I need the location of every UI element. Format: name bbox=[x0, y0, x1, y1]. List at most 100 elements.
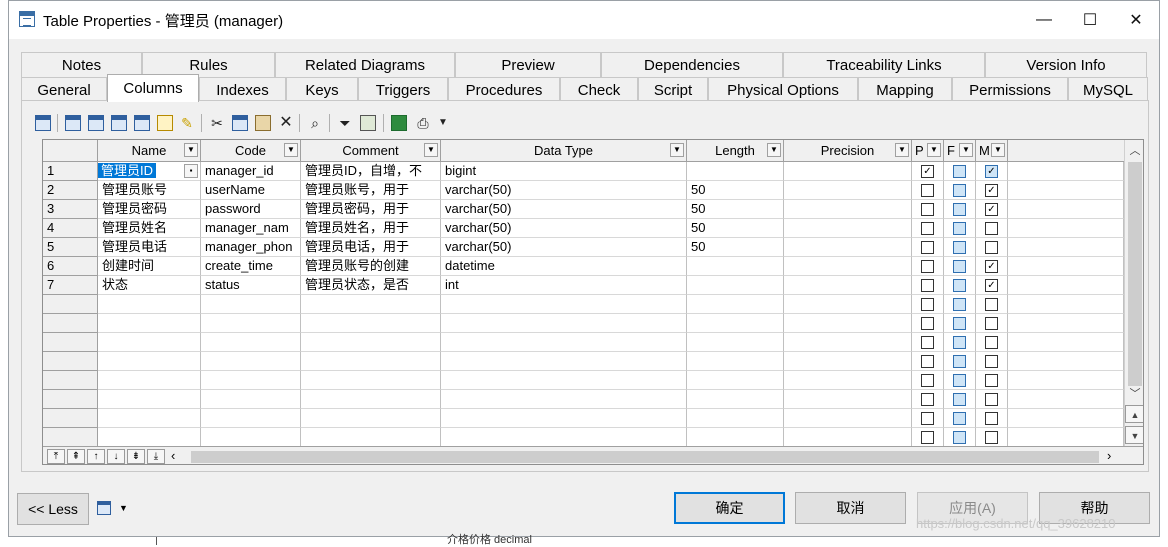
cell-length[interactable] bbox=[687, 276, 784, 295]
cell-comment[interactable] bbox=[301, 409, 441, 428]
vertical-scrollbar[interactable]: ︿ ﹀ ▲ ▼ bbox=[1124, 140, 1143, 446]
checkbox-p[interactable] bbox=[921, 374, 934, 387]
chevron-down-icon[interactable]: ▼ bbox=[991, 143, 1005, 157]
checkbox-p[interactable] bbox=[921, 298, 934, 311]
checkbox-m[interactable] bbox=[985, 336, 998, 349]
checkbox-p[interactable] bbox=[921, 241, 934, 254]
filter-icon[interactable]: ⏷ bbox=[337, 115, 353, 131]
checkbox-p[interactable] bbox=[921, 336, 934, 349]
paste-icon[interactable] bbox=[255, 115, 271, 131]
cell-comment[interactable]: 管理员账号的创建 bbox=[301, 257, 441, 276]
cell-p[interactable] bbox=[912, 257, 944, 276]
cell-name[interactable] bbox=[98, 390, 201, 409]
cell-precision[interactable] bbox=[784, 238, 912, 257]
cell-m[interactable] bbox=[976, 390, 1008, 409]
table-row[interactable] bbox=[43, 409, 1124, 428]
cell-code[interactable]: create_time bbox=[201, 257, 301, 276]
wand-icon[interactable]: ✎ bbox=[179, 115, 195, 131]
table-row[interactable]: 2 管理员账号 userName 管理员账号，用于 varchar(50) 50 ✓ bbox=[43, 181, 1124, 200]
cell-comment[interactable] bbox=[301, 352, 441, 371]
checkbox-f[interactable] bbox=[953, 184, 966, 197]
move-down-icon[interactable]: ↓ bbox=[107, 449, 125, 464]
chevron-down-icon[interactable]: ▼ bbox=[424, 143, 438, 157]
cell-code[interactable]: userName bbox=[201, 181, 301, 200]
chevron-down-icon[interactable]: ▼ bbox=[670, 143, 684, 157]
cell-comment[interactable] bbox=[301, 295, 441, 314]
cell-comment[interactable] bbox=[301, 390, 441, 409]
cell-f[interactable] bbox=[944, 162, 976, 181]
cell-datatype[interactable] bbox=[441, 409, 687, 428]
cell-comment[interactable]: 管理员ID，自增，不 bbox=[301, 162, 441, 181]
cell-length[interactable] bbox=[687, 390, 784, 409]
vertical-scroll-thumb[interactable] bbox=[1128, 162, 1142, 386]
table-row[interactable] bbox=[43, 390, 1124, 409]
cell-datatype[interactable]: datetime bbox=[441, 257, 687, 276]
table-row[interactable]: 4 管理员姓名 manager_nam 管理员姓名，用于 varchar(50) 50 bbox=[43, 219, 1124, 238]
chevron-down-icon[interactable]: ▼ bbox=[184, 143, 198, 157]
tab-script[interactable]: Script bbox=[638, 77, 708, 102]
add-row-icon[interactable] bbox=[88, 115, 104, 131]
cell-length[interactable]: 50 bbox=[687, 238, 784, 257]
cell-name[interactable]: 管理员姓名 bbox=[98, 219, 201, 238]
cell-code[interactable]: manager_nam bbox=[201, 219, 301, 238]
cell-m[interactable]: ✓ bbox=[976, 200, 1008, 219]
checkbox-f[interactable] bbox=[953, 241, 966, 254]
page-down-icon[interactable]: ▼ bbox=[1125, 426, 1143, 444]
tab-preview[interactable]: Preview bbox=[455, 52, 601, 77]
cell-datatype[interactable] bbox=[441, 371, 687, 390]
cell-f[interactable] bbox=[944, 409, 976, 428]
checkbox-m[interactable]: ✓ bbox=[985, 184, 998, 197]
cell-datatype[interactable]: varchar(50) bbox=[441, 200, 687, 219]
checkbox-f[interactable] bbox=[953, 355, 966, 368]
scroll-up-icon[interactable]: ︿ bbox=[1125, 142, 1143, 160]
scroll-left-icon[interactable]: ‹ bbox=[171, 448, 175, 463]
cell-name[interactable]: 管理员账号 bbox=[98, 181, 201, 200]
header-precision[interactable]: Precision ▼ bbox=[784, 140, 912, 162]
checkbox-m[interactable] bbox=[985, 431, 998, 444]
table-row[interactable]: 3 管理员密码 password 管理员密码，用于 varchar(50) 50 ✓ bbox=[43, 200, 1124, 219]
menu-icon[interactable] bbox=[97, 501, 111, 515]
cell-f[interactable] bbox=[944, 276, 976, 295]
excel-export-icon[interactable] bbox=[391, 115, 407, 131]
cell-code[interactable] bbox=[201, 428, 301, 447]
cut-icon[interactable]: ✂ bbox=[209, 115, 225, 131]
cell-length[interactable] bbox=[687, 371, 784, 390]
chevron-down-icon[interactable]: ▼ bbox=[895, 143, 909, 157]
tab-columns[interactable]: Columns bbox=[107, 74, 199, 102]
cell-datatype[interactable] bbox=[441, 295, 687, 314]
cell-name[interactable]: 管理员密码 bbox=[98, 200, 201, 219]
cell-f[interactable] bbox=[944, 295, 976, 314]
cell-name[interactable] bbox=[98, 371, 201, 390]
cell-f[interactable] bbox=[944, 314, 976, 333]
table-row[interactable]: 6 创建时间 create_time 管理员账号的创建 datetime ✓ bbox=[43, 257, 1124, 276]
checkbox-m[interactable]: ✓ bbox=[985, 165, 998, 178]
checkbox-m[interactable] bbox=[985, 393, 998, 406]
checkbox-p[interactable] bbox=[921, 279, 934, 292]
cell-m[interactable] bbox=[976, 238, 1008, 257]
selected-name-text[interactable]: 管理员ID bbox=[98, 163, 157, 178]
cell-m[interactable] bbox=[976, 314, 1008, 333]
checkbox-m[interactable]: ✓ bbox=[985, 260, 998, 273]
cell-datatype[interactable] bbox=[441, 428, 687, 447]
cell-m[interactable] bbox=[976, 352, 1008, 371]
checkbox-f[interactable] bbox=[953, 336, 966, 349]
ok-button[interactable]: 确定 bbox=[674, 492, 785, 524]
cell-precision[interactable] bbox=[784, 352, 912, 371]
scroll-down-icon[interactable]: ﹀ bbox=[1125, 385, 1143, 403]
less-button[interactable]: << Less bbox=[17, 493, 89, 525]
table-row[interactable] bbox=[43, 352, 1124, 371]
tab-dependencies[interactable]: Dependencies bbox=[601, 52, 783, 77]
cell-precision[interactable] bbox=[784, 409, 912, 428]
chevron-down-icon[interactable]: ▼ bbox=[767, 143, 781, 157]
cell-p[interactable]: ✓ bbox=[912, 162, 944, 181]
cell-datatype[interactable] bbox=[441, 390, 687, 409]
header-f[interactable]: F ▼ bbox=[944, 140, 976, 162]
properties-icon[interactable] bbox=[35, 115, 51, 131]
cell-p[interactable] bbox=[912, 200, 944, 219]
checkbox-f[interactable] bbox=[953, 431, 966, 444]
cell-name[interactable] bbox=[98, 409, 201, 428]
cell-datatype[interactable]: varchar(50) bbox=[441, 181, 687, 200]
checkbox-f[interactable] bbox=[953, 317, 966, 330]
tab-permissions[interactable]: Permissions bbox=[952, 77, 1068, 102]
cell-comment[interactable] bbox=[301, 333, 441, 352]
